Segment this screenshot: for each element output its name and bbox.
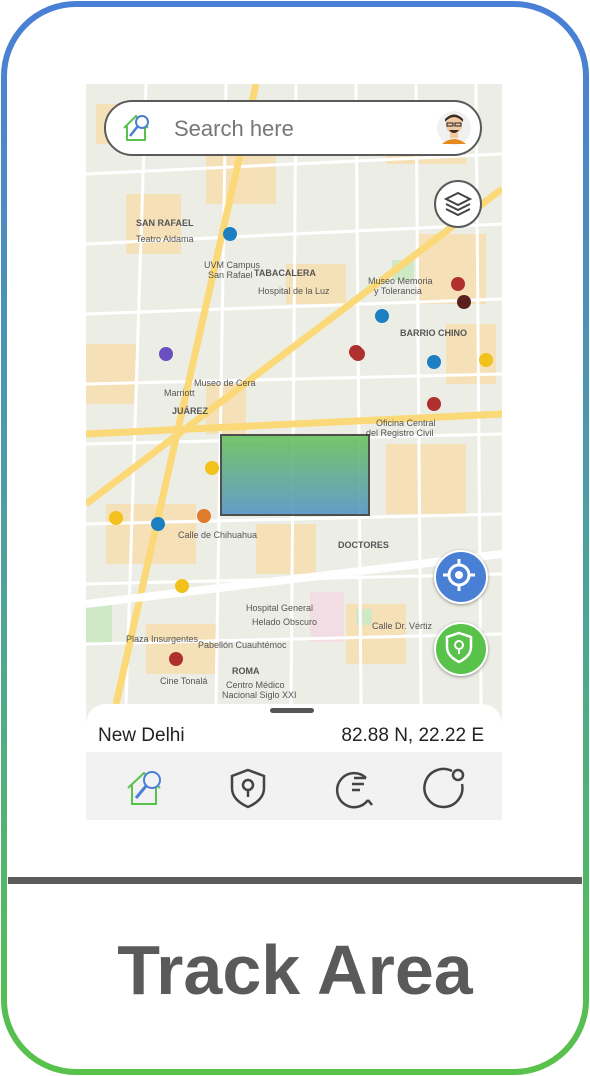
map-view[interactable]: SAN RAFAEL Teatro Aldama TABACALERA UVM … [86, 84, 502, 704]
svg-text:San Rafael: San Rafael [208, 270, 253, 280]
svg-text:DOCTORES: DOCTORES [338, 540, 389, 550]
svg-text:JUÁREZ: JUÁREZ [172, 406, 209, 416]
crosshair-icon [443, 559, 475, 591]
phone-screen: SAN RAFAEL Teatro Aldama TABACALERA UVM … [86, 84, 502, 820]
search-bar[interactable] [104, 100, 482, 156]
feature-title: Track Area [117, 931, 473, 1009]
map-label: SAN RAFAEL [136, 218, 194, 228]
svg-text:Helado Obscuro: Helado Obscuro [252, 617, 317, 627]
svg-text:Hospital de la Luz: Hospital de la Luz [258, 286, 330, 296]
svg-text:Museo de Cera: Museo de Cera [194, 378, 256, 388]
svg-text:Centro Médico: Centro Médico [226, 680, 285, 690]
location-name: New Delhi [98, 725, 185, 746]
history-nav-icon[interactable] [332, 766, 376, 810]
svg-text:Pabellón Cuauhtémoc: Pabellón Cuauhtémoc [198, 640, 287, 650]
svg-text:Plaza Insurgentes: Plaza Insurgentes [126, 634, 199, 644]
svg-text:y Tolerancia: y Tolerancia [374, 286, 422, 296]
svg-text:Calle Dr. Vértiz: Calle Dr. Vértiz [372, 621, 433, 631]
svg-text:TABACALERA: TABACALERA [254, 268, 316, 278]
svg-text:Oficina Central: Oficina Central [376, 418, 436, 428]
sheet-handle[interactable] [270, 708, 314, 713]
svg-text:BARRIO CHINO: BARRIO CHINO [400, 328, 467, 338]
search-input[interactable] [172, 114, 416, 144]
svg-text:Museo Memoria: Museo Memoria [368, 276, 433, 286]
svg-text:ROMA: ROMA [232, 666, 260, 676]
svg-text:Teatro Aldama: Teatro Aldama [136, 234, 194, 244]
home-search-icon [123, 114, 149, 141]
layers-button[interactable] [434, 180, 482, 228]
svg-text:Nacional Siglo XXI: Nacional Siglo XXI [222, 690, 297, 700]
home-search-nav-icon[interactable] [124, 766, 168, 810]
bottom-nav [86, 752, 502, 820]
shield-icon [445, 631, 473, 664]
svg-text:UVM Campus: UVM Campus [204, 260, 261, 270]
shield-nav-icon[interactable] [226, 766, 270, 810]
divider [8, 877, 582, 884]
svg-text:Calle de Chihuahua: Calle de Chihuahua [178, 530, 257, 540]
svg-text:del Registro Civil: del Registro Civil [366, 428, 434, 438]
safe-zone-button[interactable] [434, 622, 488, 676]
track-area-selection[interactable] [220, 434, 370, 516]
layers-icon [443, 191, 473, 217]
profile-nav-icon[interactable] [422, 766, 466, 810]
avatar[interactable] [436, 110, 472, 146]
location-coordinates: 82.88 N, 22.22 E [341, 725, 484, 746]
svg-text:Marriott: Marriott [164, 388, 195, 398]
svg-text:Cine Tonalá: Cine Tonalá [160, 676, 207, 686]
locate-me-button[interactable] [434, 550, 488, 604]
svg-text:Hospital General: Hospital General [246, 603, 313, 613]
